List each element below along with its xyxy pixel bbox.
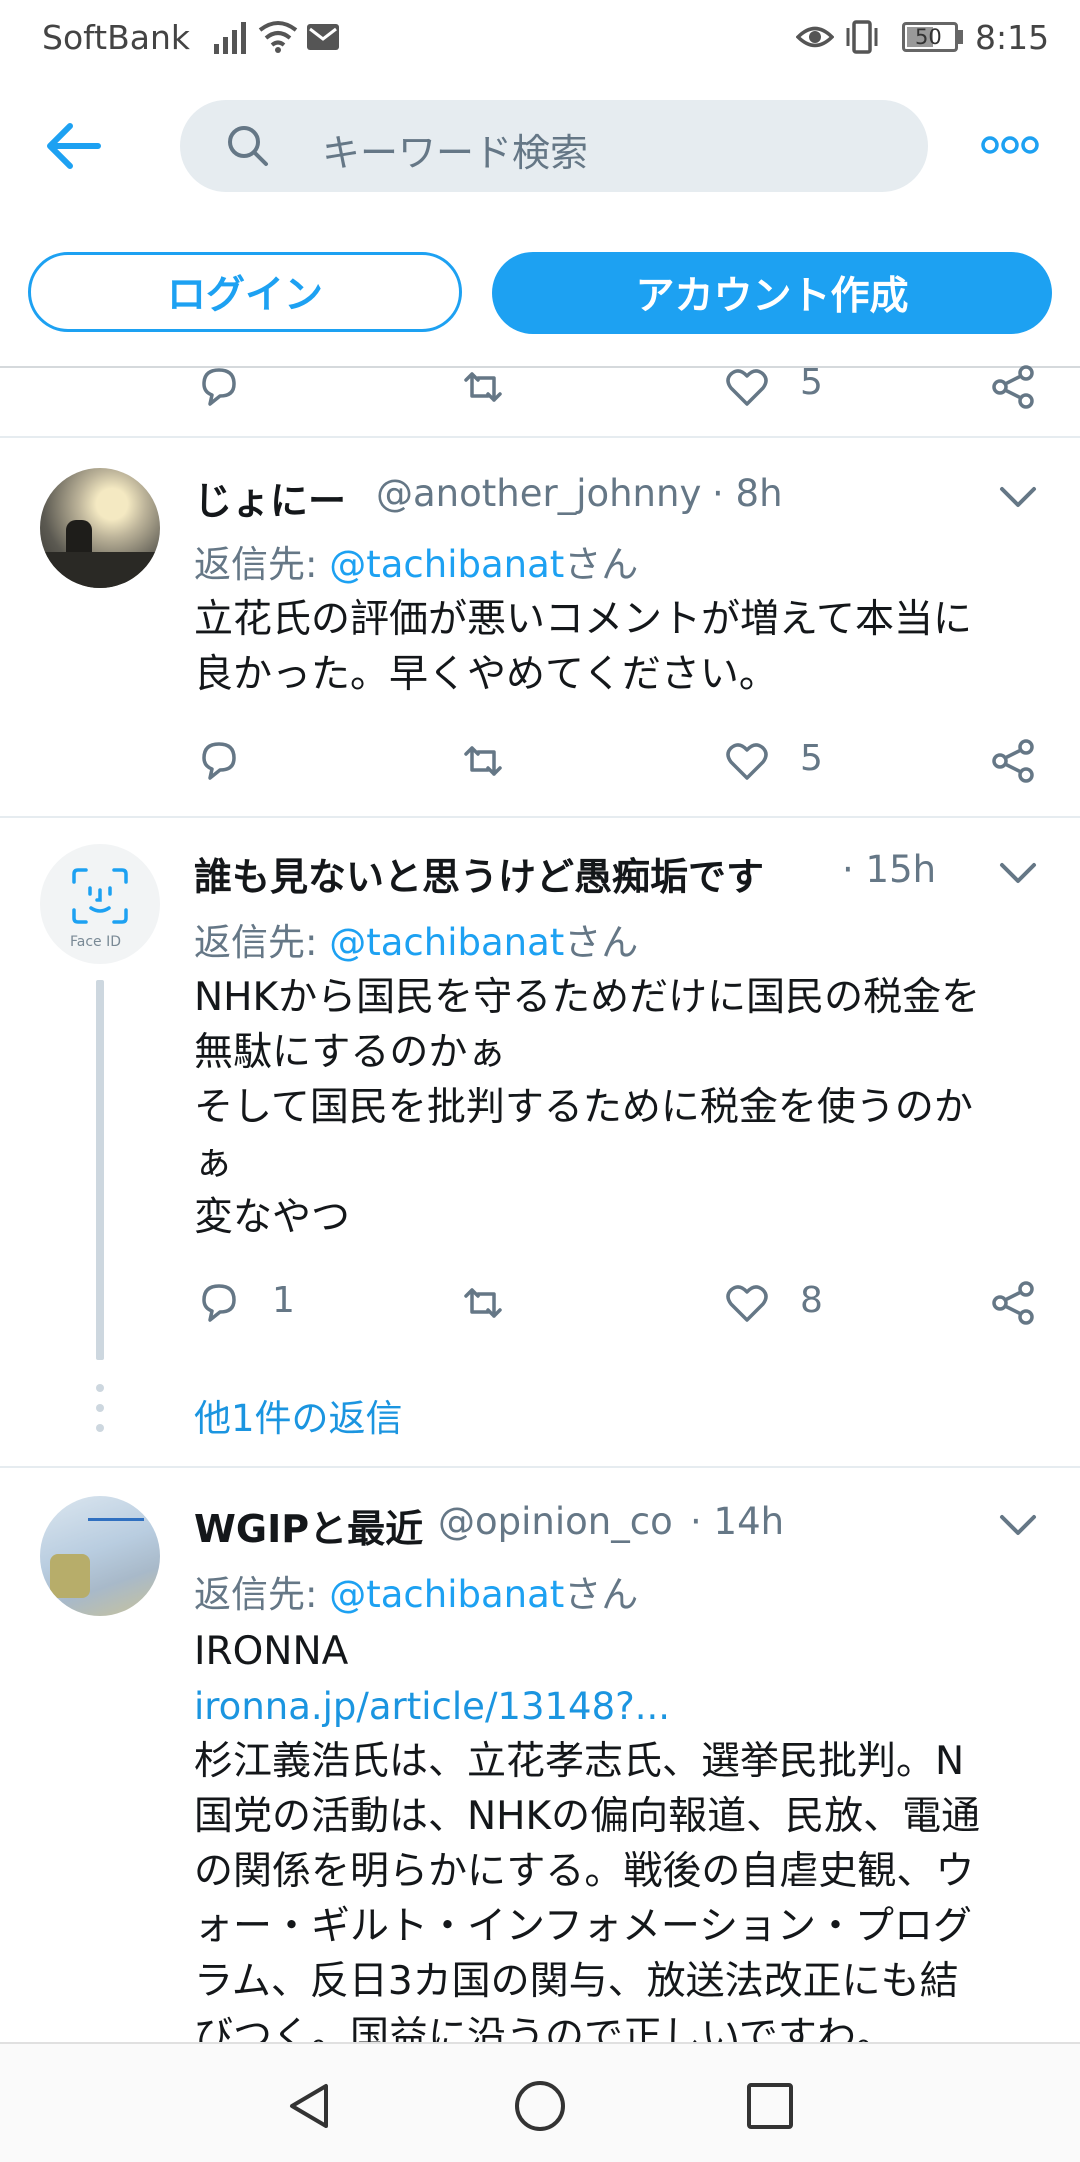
mail-icon: [307, 24, 339, 50]
tweet-text-line: IRONNA: [194, 1629, 349, 1674]
reply-mention-link[interactable]: @tachibanat: [329, 543, 564, 586]
reply-suffix: さん: [564, 543, 639, 586]
chevron-down-icon[interactable]: [998, 860, 1038, 886]
nav-back-icon[interactable]: [284, 2080, 336, 2132]
reply-suffix: さん: [564, 921, 639, 964]
reply-prefix: 返信先:: [194, 543, 330, 586]
like-count: 5: [800, 738, 823, 779]
avatar-map-shape: [50, 1554, 90, 1598]
avatar[interactable]: [40, 468, 160, 588]
reply-context: 返信先: @tachibanatさん: [194, 1564, 638, 1618]
avatar-map-line: [88, 1518, 144, 1521]
eye-icon: [796, 26, 834, 48]
like-count: 5: [800, 362, 823, 403]
search-icon: [228, 126, 268, 166]
tweet-card[interactable]: Face ID 誰も見ないと思うけど愚痴垢です · 15h 返信先: @tach…: [0, 818, 1080, 1466]
like-count: 8: [800, 1280, 823, 1321]
reply-mention-link[interactable]: @tachibanat: [329, 921, 564, 964]
tweet-text-line: 立花氏の評価が悪いコメントが増えて本当に: [194, 597, 973, 642]
tweet-text-line: 良かった。早くやめてください。: [194, 652, 778, 697]
more-options-icon[interactable]: [980, 130, 1040, 160]
reply-suffix: さん: [564, 1573, 639, 1616]
reply-prefix: 返信先:: [194, 1573, 330, 1616]
nav-recents-icon[interactable]: [744, 2080, 796, 2132]
partial-tweet-actions: 5: [0, 362, 1080, 438]
chevron-down-icon[interactable]: [998, 484, 1038, 510]
tweet-card[interactable]: WGIPと最近 @opinion_co · 14h 返信先: @tachiban…: [0, 1468, 1080, 2042]
battery-icon: 50: [902, 22, 958, 52]
avatar-label: Face ID: [70, 934, 122, 950]
like-icon[interactable]: [722, 1278, 772, 1328]
thread-dot: [96, 1384, 104, 1392]
thread-dot: [96, 1424, 104, 1432]
tweet-card[interactable]: じょにー @another_johnny · 8h 返信先: @tachiban…: [0, 438, 1080, 816]
handle[interactable]: @opinion_co: [438, 1500, 673, 1543]
status-bar: SoftBank 50 8:15: [0, 0, 1080, 80]
share-icon[interactable]: [988, 362, 1038, 412]
nav-home-icon[interactable]: [512, 2078, 568, 2134]
share-icon[interactable]: [988, 736, 1038, 786]
reply-context: 返信先: @tachibanatさん: [194, 912, 638, 966]
retweet-icon[interactable]: [458, 362, 508, 412]
tweet-text-line: ラム、反日3カ国の関与、放送法改正にも結: [194, 1959, 959, 2004]
thread-line: [96, 980, 104, 1360]
system-nav-bar: [0, 2042, 1080, 2162]
more-replies-link[interactable]: 他1件の返信: [194, 1388, 403, 1442]
wifi-icon: [258, 21, 298, 53]
tweet-text-line: 無駄にするのかぁ: [194, 1030, 507, 1075]
timestamp[interactable]: · 14h: [690, 1500, 784, 1543]
avatar[interactable]: [40, 1496, 160, 1616]
display-name[interactable]: 誰も見ないと思うけど愚痴垢です: [194, 846, 764, 901]
reply-mention-link[interactable]: @tachibanat: [329, 1573, 564, 1616]
display-name[interactable]: WGIPと最近: [194, 1498, 423, 1553]
signup-button[interactable]: アカウント作成: [492, 252, 1052, 334]
tweet-text-line: 杉江義浩氏は、立花孝志氏、選挙民批判。N: [194, 1739, 965, 1784]
back-arrow-icon[interactable]: [40, 110, 112, 182]
reply-count: 1: [272, 1280, 295, 1321]
avatar[interactable]: Face ID: [40, 844, 160, 964]
timestamp[interactable]: · 15h: [842, 848, 936, 891]
tweet-text: 立花氏の評価が悪いコメントが増えて本当に 良かった。早くやめてください。: [194, 592, 1074, 702]
tweet-text: NHKから国民を守るためだけに国民の税金を 無駄にするのかぁ そして国民を批判す…: [194, 970, 1074, 1245]
share-icon[interactable]: [988, 1278, 1038, 1328]
timestamp[interactable]: · 8h: [712, 472, 783, 515]
thread-dot: [96, 1404, 104, 1412]
tweet-text-line: NHKから国民を守るためだけに国民の税金を: [194, 975, 981, 1020]
login-button[interactable]: ログイン: [28, 252, 462, 332]
signal-icon: [214, 22, 246, 54]
reply-icon[interactable]: [194, 736, 244, 786]
display-name[interactable]: じょにー: [194, 470, 346, 525]
reply-icon[interactable]: [194, 1278, 244, 1328]
search-bar[interactable]: キーワード検索: [180, 100, 928, 192]
like-icon[interactable]: [722, 362, 772, 412]
vibrate-icon: [846, 20, 878, 54]
reply-prefix: 返信先:: [194, 921, 330, 964]
carrier-label: SoftBank: [42, 18, 191, 57]
search-placeholder: キーワード検索: [322, 131, 589, 175]
tweet-text-line: 国党の活動は、NHKの偏向報道、民放、電通: [194, 1794, 981, 1839]
tweet-text-line: 変なやつ: [194, 1195, 351, 1240]
reply-icon[interactable]: [194, 362, 244, 412]
face-id-icon: [72, 868, 128, 924]
tweet-text-line: の関係を明らかにする。戦後の自虐史観、ウ: [194, 1849, 975, 1894]
tweet-text-line: びつく。国益に沿うので正しいですわ。: [194, 2014, 895, 2042]
handle[interactable]: @another_johnny: [376, 472, 701, 515]
tweet-text-line: ぁ: [194, 1140, 234, 1185]
battery-tip: [958, 30, 963, 44]
battery-level: 50: [915, 25, 942, 49]
clock: 8:15: [975, 18, 1050, 57]
reply-context: 返信先: @tachibanatさん: [194, 534, 638, 588]
chevron-down-icon[interactable]: [998, 1512, 1038, 1538]
tweet-text-line: そして国民を批判するために税金を使うのか: [194, 1085, 973, 1130]
tweet-text-line: ォー・ギルト・インフォメーション・プログ: [194, 1904, 973, 1949]
tweet-text: IRONNA ironna.jp/article/13148?... 杉江義浩氏…: [194, 1624, 1074, 2042]
tweet-link[interactable]: ironna.jp/article/13148?...: [194, 1679, 1074, 1734]
like-icon[interactable]: [722, 736, 772, 786]
retweet-icon[interactable]: [458, 1278, 508, 1328]
retweet-icon[interactable]: [458, 736, 508, 786]
